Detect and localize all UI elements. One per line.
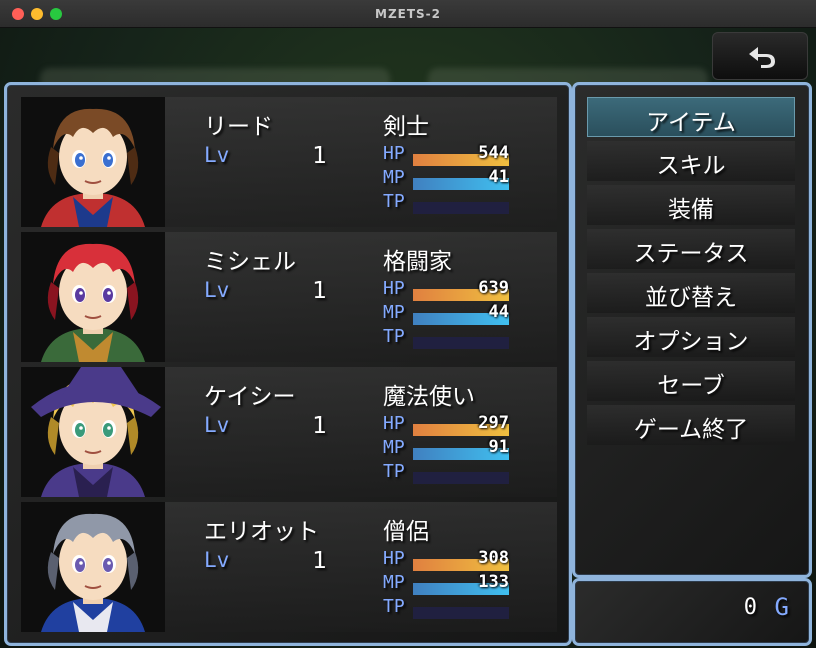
menu-command-4[interactable]: 並び替え <box>587 273 795 313</box>
menu-command-1[interactable]: スキル <box>587 141 795 181</box>
menu-command-2[interactable]: 装備 <box>587 185 795 225</box>
tp-gauge <box>413 472 509 484</box>
menu-command-0[interactable]: アイテム <box>587 97 795 137</box>
gold-window: 0 G <box>572 578 812 646</box>
hp-value: 308 <box>478 548 509 568</box>
mp-value: 91 <box>488 437 509 457</box>
actor-class: 僧侶 <box>383 519 429 545</box>
back-arrow-icon <box>749 47 775 68</box>
mp-value: 44 <box>488 302 509 322</box>
actor-class: 魔法使い <box>383 384 475 410</box>
menu-command-6[interactable]: セーブ <box>587 361 795 401</box>
hp-value: 544 <box>478 143 509 163</box>
menu-command-7[interactable]: ゲーム終了 <box>587 405 795 445</box>
actor-face-portrait <box>21 502 165 632</box>
menu-command-5[interactable]: オプション <box>587 317 795 357</box>
hp-label: HP <box>383 548 405 569</box>
actor-face-portrait <box>21 367 165 497</box>
actor-status-row[interactable]: ミシェル Lv 1 格闘家 HP 639 MP 44 TP <box>21 232 557 362</box>
level-value: 1 <box>312 278 327 304</box>
actor-name: ケイシー <box>204 384 296 410</box>
level-value: 1 <box>312 413 327 439</box>
menu-command-label: 装備 <box>668 197 714 223</box>
hp-label: HP <box>383 278 405 299</box>
mp-label: MP <box>383 437 405 458</box>
title-bar: MZETS-2 <box>0 0 816 28</box>
command-window: アイテムスキル装備ステータス並び替えオプションセーブゲーム終了 <box>572 82 812 578</box>
tp-gauge <box>413 202 509 214</box>
hp-value: 639 <box>478 278 509 298</box>
tp-label: TP <box>383 461 405 482</box>
level-label: Lv <box>204 413 230 437</box>
menu-command-label: セーブ <box>657 373 725 399</box>
mp-value: 41 <box>488 167 509 187</box>
level-label: Lv <box>204 548 230 572</box>
window-title: MZETS-2 <box>375 7 441 21</box>
menu-command-label: ステータス <box>633 241 749 267</box>
level-value: 1 <box>312 548 327 574</box>
menu-command-label: スキル <box>656 153 726 179</box>
actor-name: リード <box>204 114 273 140</box>
back-button[interactable] <box>712 32 808 80</box>
level-label: Lv <box>204 143 230 167</box>
tp-gauge <box>413 607 509 619</box>
mp-label: MP <box>383 572 405 593</box>
gold-unit: G <box>774 593 789 621</box>
mp-value: 133 <box>478 572 509 592</box>
level-value: 1 <box>312 143 327 169</box>
actor-status-row[interactable]: リード Lv 1 剣士 HP 544 MP 41 TP <box>21 97 557 227</box>
mp-label: MP <box>383 302 405 323</box>
actor-status-row[interactable]: エリオット Lv 1 僧侶 HP 308 MP 133 TP <box>21 502 557 632</box>
status-window: リード Lv 1 剣士 HP 544 MP 41 TP ミシェル Lv 1 格闘… <box>4 82 572 646</box>
tp-gauge <box>413 337 509 349</box>
actor-name: ミシェル <box>204 249 296 275</box>
menu-command-label: オプション <box>633 329 749 355</box>
hp-value: 297 <box>478 413 509 433</box>
actor-face-portrait <box>21 232 165 362</box>
menu-command-label: ゲーム終了 <box>633 417 749 443</box>
actor-class: 格闘家 <box>383 249 452 275</box>
tp-label: TP <box>383 326 405 347</box>
tp-label: TP <box>383 191 405 212</box>
hp-label: HP <box>383 413 405 434</box>
menu-command-3[interactable]: ステータス <box>587 229 795 269</box>
hp-label: HP <box>383 143 405 164</box>
game-screen: リード Lv 1 剣士 HP 544 MP 41 TP ミシェル Lv 1 格闘… <box>0 28 816 648</box>
menu-command-label: アイテム <box>646 110 736 136</box>
mp-label: MP <box>383 167 405 188</box>
actor-status-row[interactable]: ケイシー Lv 1 魔法使い HP 297 MP 91 TP <box>21 367 557 497</box>
tp-label: TP <box>383 596 405 617</box>
level-label: Lv <box>204 278 230 302</box>
gold-amount: 0 <box>743 595 757 620</box>
menu-command-label: 並び替え <box>645 285 737 311</box>
actor-face-portrait <box>21 97 165 227</box>
actor-class: 剣士 <box>383 114 429 140</box>
actor-name: エリオット <box>204 519 319 545</box>
